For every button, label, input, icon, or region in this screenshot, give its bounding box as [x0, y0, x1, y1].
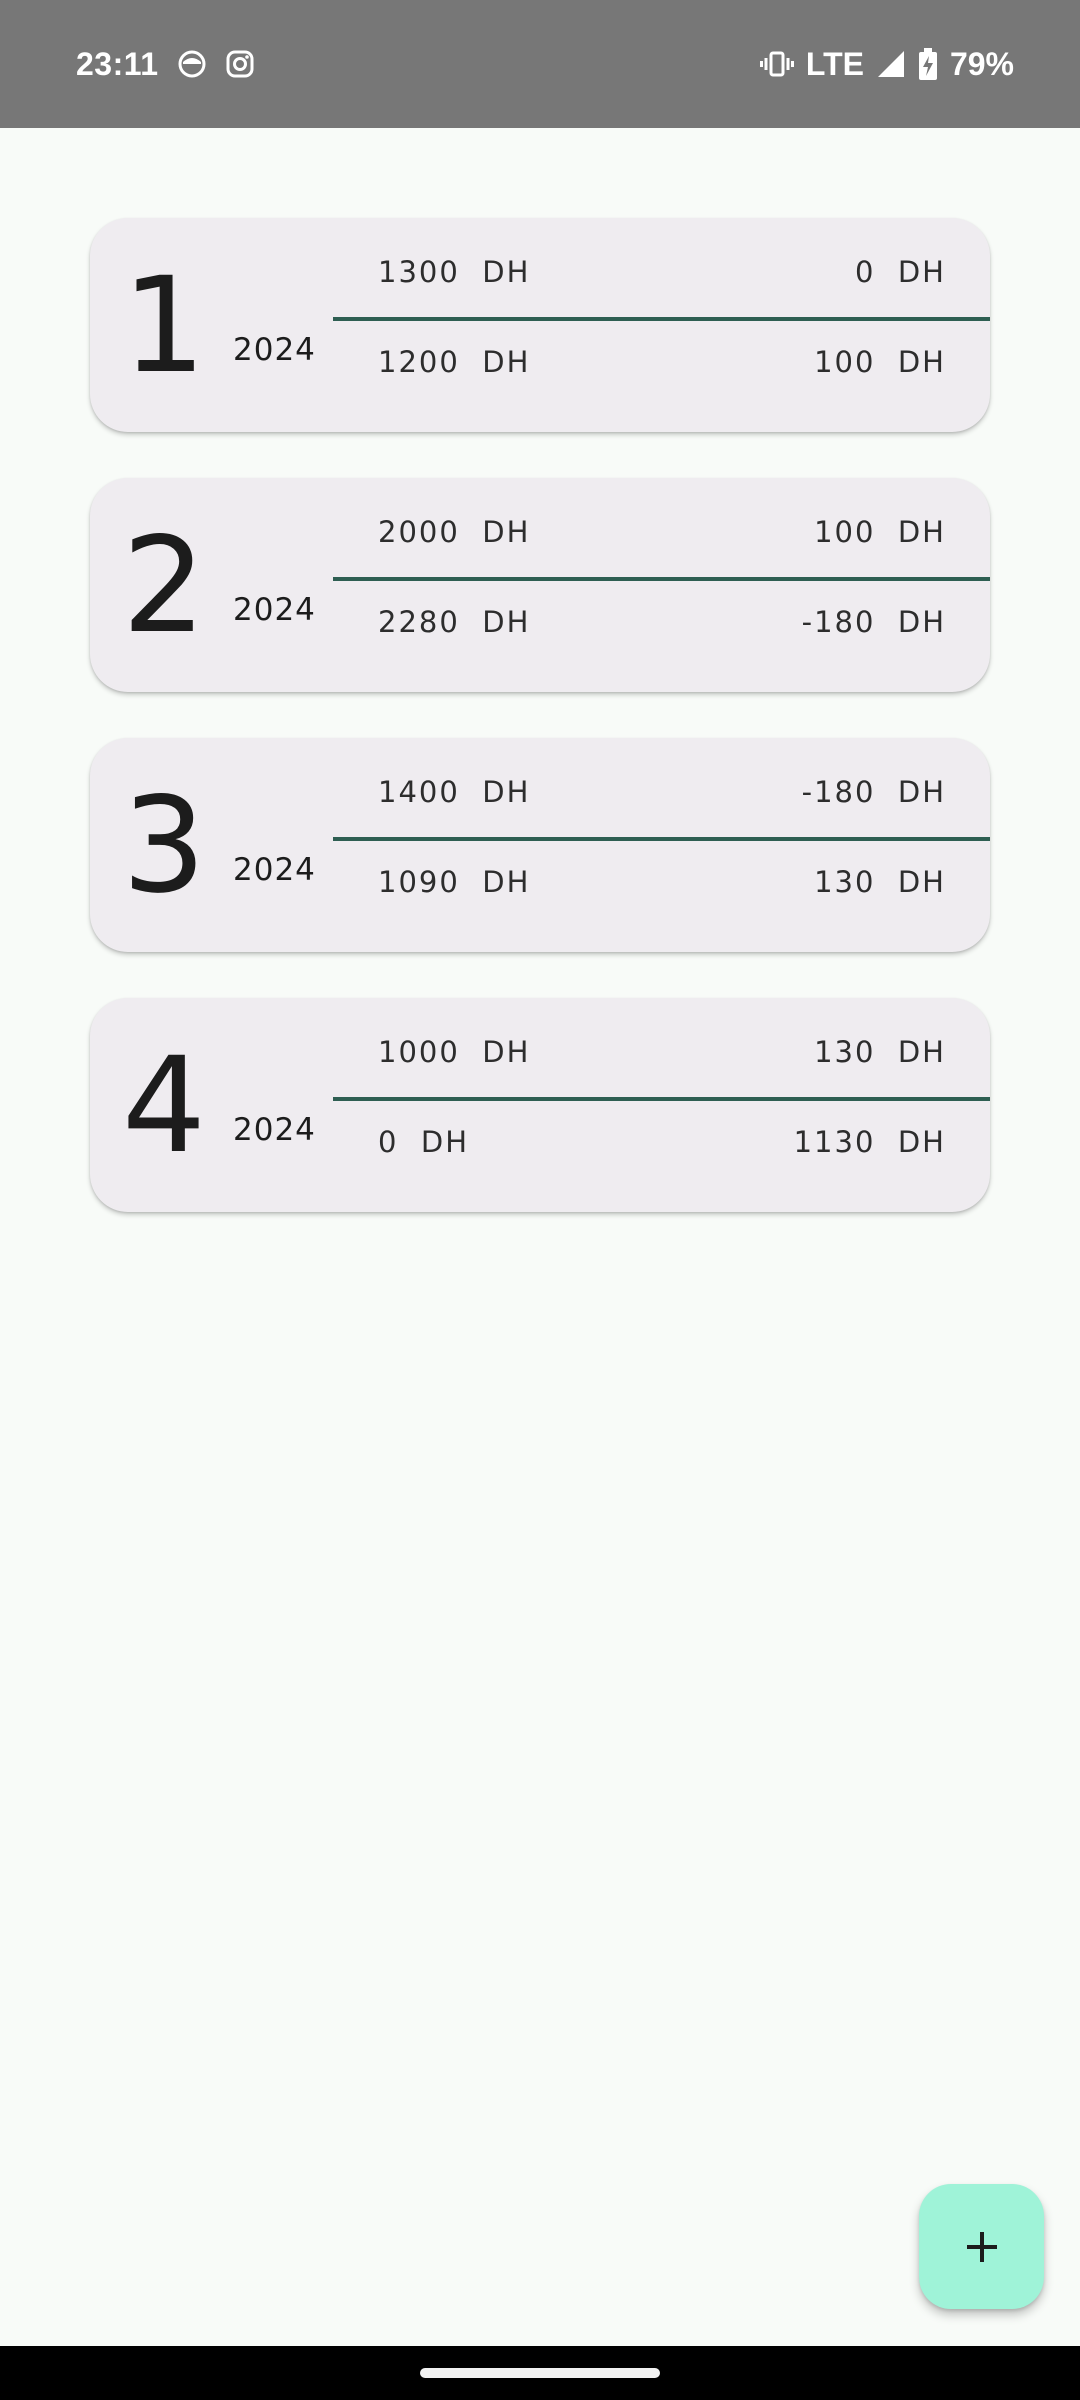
card-top-right-amount: -180 DH: [801, 775, 946, 809]
card-bottom-left-amount: 0 DH: [378, 1125, 470, 1159]
card-top-left-amount: 1400 DH: [378, 775, 531, 809]
card-month-number: 3: [122, 769, 206, 923]
card-top-left-amount: 1300 DH: [378, 255, 531, 289]
network-label: LTE: [805, 45, 864, 82]
status-time: 23:11: [76, 45, 159, 82]
plus-icon: [962, 2227, 1002, 2267]
vibrate-icon: [759, 49, 794, 79]
card-year: 2024: [233, 852, 316, 888]
card-top-right-amount: 0 DH: [854, 255, 946, 289]
card-bottom-left-amount: 2280 DH: [378, 605, 531, 639]
card-year: 2024: [233, 1112, 316, 1148]
status-bar-left: 23:11: [76, 0, 255, 128]
status-bar: 23:11 LTE 79%: [0, 0, 1080, 128]
card-bottom-right-amount: 1130 DH: [793, 1125, 946, 1159]
face-mask-icon: [177, 49, 207, 79]
month-card[interactable]: 4 2024 1000 DH 130 DH 0 DH 1130 DH: [90, 998, 990, 1212]
card-divider: [333, 577, 990, 581]
card-bottom-left-amount: 1200 DH: [378, 345, 531, 379]
card-bottom-right-amount: 100 DH: [814, 345, 946, 379]
card-bottom-left-amount: 1090 DH: [378, 865, 531, 899]
month-card[interactable]: 1 2024 1300 DH 0 DH 1200 DH 100 DH: [90, 218, 990, 432]
navigation-bar: [0, 2346, 1080, 2400]
status-bar-right: LTE 79%: [759, 0, 1014, 128]
card-top-right-amount: 100 DH: [814, 515, 946, 549]
card-month-number: 2: [122, 509, 206, 663]
card-top-right-amount: 130 DH: [814, 1035, 946, 1069]
card-year: 2024: [233, 332, 316, 368]
card-divider: [333, 317, 990, 321]
card-top-left-amount: 1000 DH: [378, 1035, 531, 1069]
signal-icon: [876, 49, 906, 79]
instagram-icon: [225, 49, 255, 79]
card-month-number: 1: [122, 249, 206, 403]
month-card[interactable]: 3 2024 1400 DH -180 DH 1090 DH 130 DH: [90, 738, 990, 952]
card-divider: [333, 1097, 990, 1101]
add-button[interactable]: [919, 2184, 1044, 2309]
month-card[interactable]: 2 2024 2000 DH 100 DH 2280 DH -180 DH: [90, 478, 990, 692]
card-month-number: 4: [122, 1029, 206, 1183]
home-gesture-handle[interactable]: [420, 2368, 660, 2378]
card-bottom-right-amount: 130 DH: [814, 865, 946, 899]
card-bottom-right-amount: -180 DH: [801, 605, 946, 639]
battery-percent: 79%: [949, 45, 1014, 82]
card-top-left-amount: 2000 DH: [378, 515, 531, 549]
card-year: 2024: [233, 592, 316, 628]
card-divider: [333, 837, 990, 841]
battery-charging-icon: [918, 48, 938, 80]
